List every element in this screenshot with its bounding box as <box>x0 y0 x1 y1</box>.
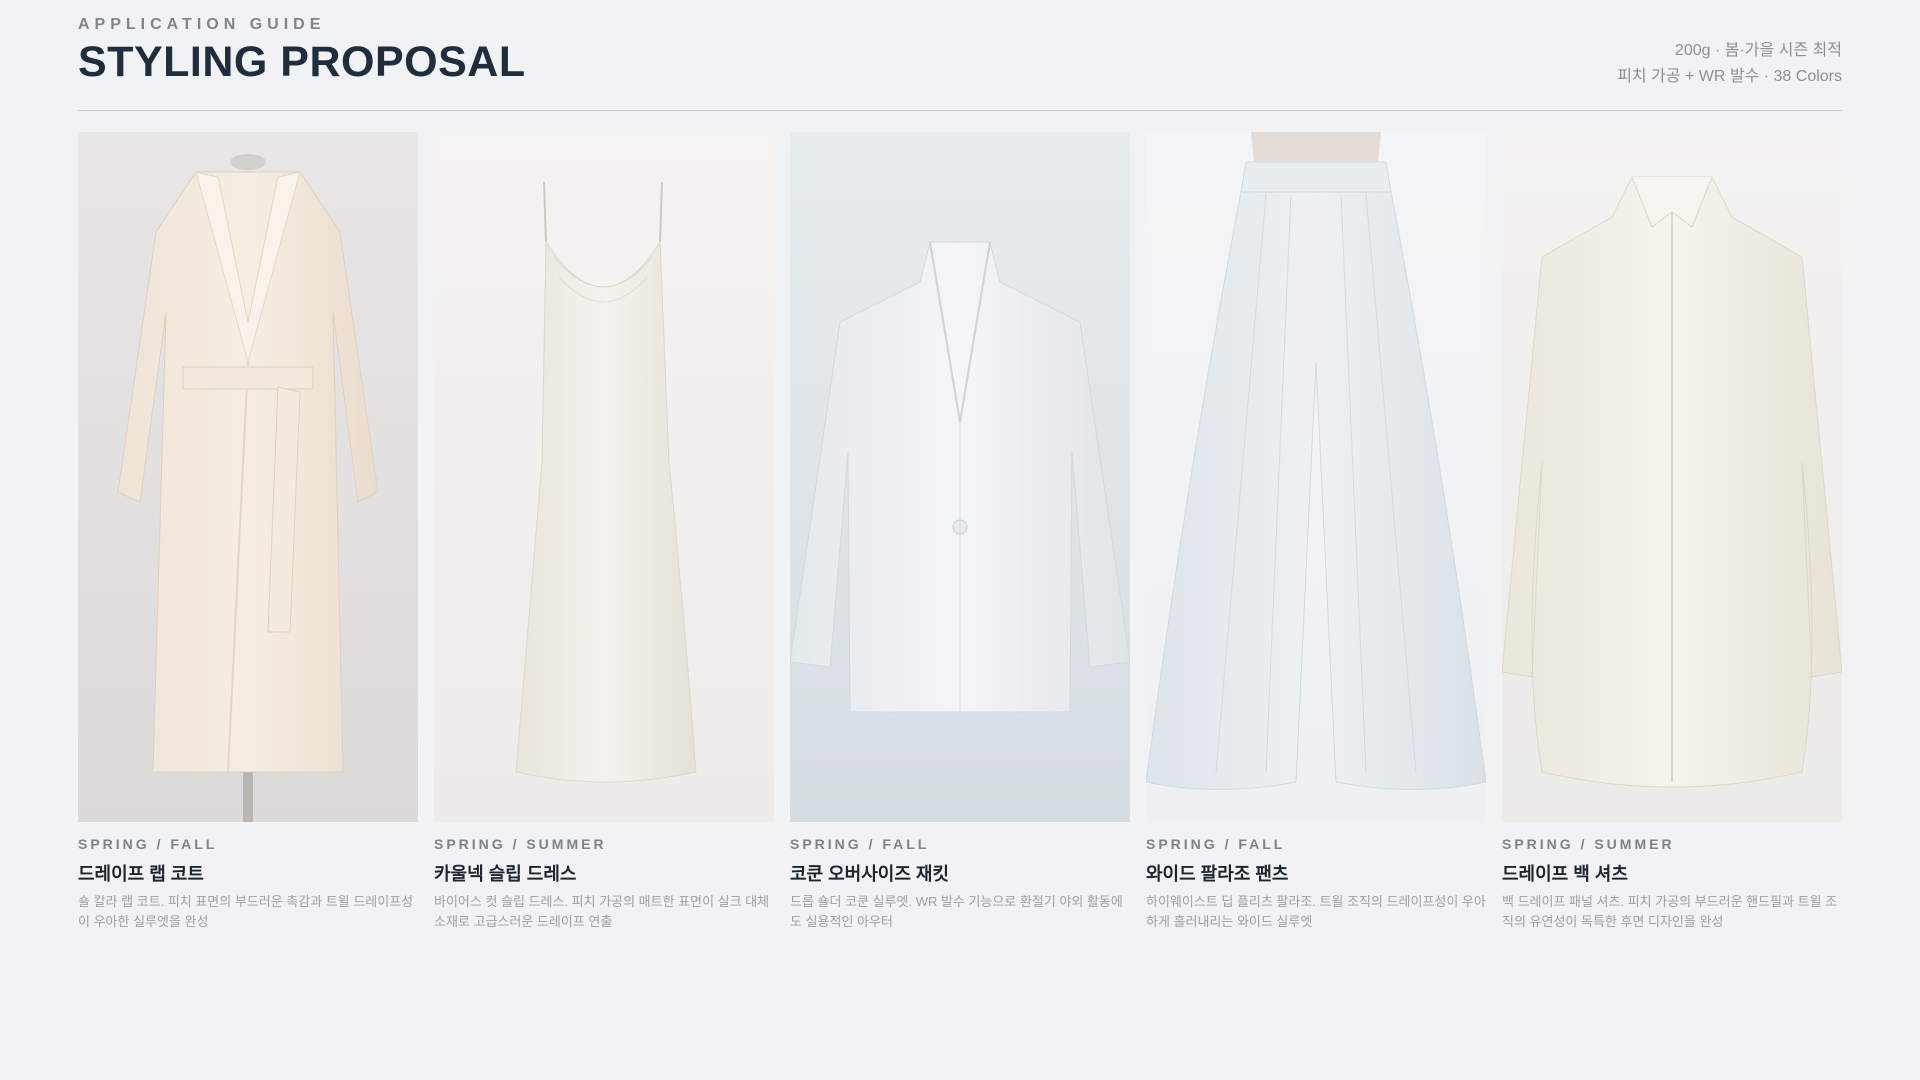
spec-line-weight: 200g · 봄·가을 시즌 최적 <box>1674 42 1842 59</box>
styling-grid: SPRING / FALL 드레이프 랩 코트 숄 칼라 랩 코트. 피치 표면… <box>78 132 1842 932</box>
item-description: 드롭 숄더 코쿤 실루엣. WR 발수 기능으로 환절기 야외 활동에도 실용적… <box>790 894 1123 929</box>
styling-card[interactable]: SPRING / FALL 드레이프 랩 코트 숄 칼라 랩 코트. 피치 표면… <box>78 132 418 932</box>
page-header: APPLICATION GUIDE STYLING PROPOSAL 200g … <box>78 16 1842 110</box>
page-title: STYLING PROPOSAL <box>78 38 526 86</box>
season-label: SPRING / FALL <box>790 836 930 852</box>
item-name: 드레이프 랩 코트 <box>78 864 204 884</box>
season-label: SPRING / FALL <box>78 836 218 852</box>
spec-line-finish: 피치 가공 + WR 발수 · 38 Colors <box>1617 68 1842 85</box>
oversize-jacket-image <box>790 132 1130 822</box>
spec-summary: 200g · 봄·가을 시즌 최적 피치 가공 + WR 발수 · 38 Col… <box>1617 38 1842 90</box>
item-name: 드레이프 백 셔츠 <box>1502 864 1628 884</box>
styling-card[interactable]: SPRING / SUMMER 드레이프 백 셔츠 백 드레이프 패널 셔츠. … <box>1502 132 1842 932</box>
slip-dress-image <box>434 132 774 822</box>
drape-shirt-image <box>1502 132 1842 822</box>
item-description: 백 드레이프 패널 셔츠. 피치 가공의 부드러운 핸드필과 트윌 조직의 유연… <box>1502 894 1838 929</box>
item-description: 숄 칼라 랩 코트. 피치 표면의 부드러운 촉감과 트윌 드레이프성이 우아한… <box>78 894 414 929</box>
styling-card[interactable]: SPRING / FALL 와이드 팔라조 팬츠 하이웨이스트 딥 플리츠 팔라… <box>1146 132 1486 932</box>
slip-dress-illustration <box>434 132 774 822</box>
season-label: SPRING / SUMMER <box>1502 836 1675 852</box>
item-description: 하이웨이스트 딥 플리츠 팔라조. 트윌 조직의 드레이프성이 우아하게 흘러내… <box>1146 894 1486 929</box>
season-label: SPRING / SUMMER <box>434 836 607 852</box>
styling-card[interactable]: SPRING / SUMMER 카울넥 슬립 드레스 바이어스 컷 슬립 드레스… <box>434 132 774 932</box>
season-label: SPRING / FALL <box>1146 836 1286 852</box>
oversize-jacket-illustration <box>790 132 1130 822</box>
item-name: 카울넥 슬립 드레스 <box>434 864 577 884</box>
styling-card[interactable]: SPRING / FALL 코쿤 오버사이즈 재킷 드롭 숄더 코쿤 실루엣. … <box>790 132 1130 932</box>
eyebrow-label: APPLICATION GUIDE <box>78 16 326 33</box>
wrap-coat-illustration <box>78 132 418 822</box>
item-name: 코쿤 오버사이즈 재킷 <box>790 864 950 884</box>
palazzo-pants-illustration <box>1146 132 1486 822</box>
item-description: 바이어스 컷 슬립 드레스. 피치 가공의 매트한 표면이 실크 대체 소재로 … <box>434 894 770 929</box>
header-divider <box>78 110 1842 111</box>
wrap-coat-image <box>78 132 418 822</box>
palazzo-pants-image <box>1146 132 1486 822</box>
item-name: 와이드 팔라조 팬츠 <box>1146 864 1289 884</box>
drape-shirt-illustration <box>1502 132 1842 822</box>
